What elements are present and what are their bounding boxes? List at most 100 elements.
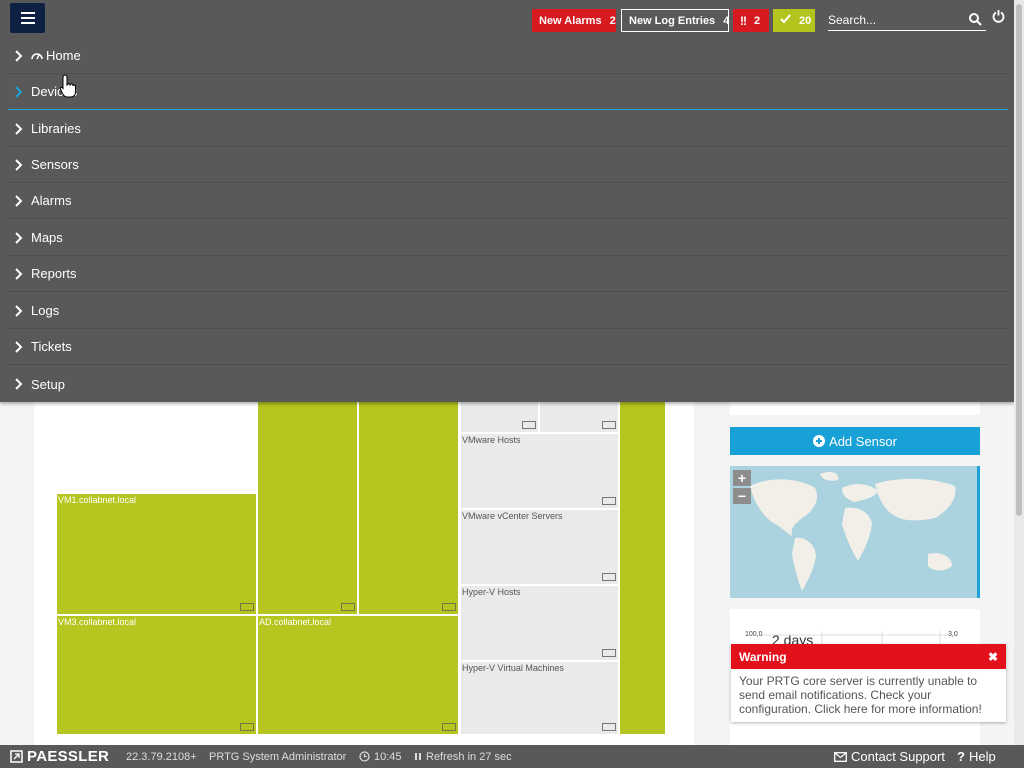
help-label: Help (968, 749, 996, 764)
nav-item-label: Reports (31, 266, 77, 281)
gauge-icon (31, 52, 43, 59)
treemap-tile[interactable]: VM1.collabnet.local (56, 493, 257, 615)
treemap-tile[interactable]: VMware vCenter Servers (460, 509, 619, 585)
chevron-right-icon (15, 267, 23, 280)
chevron-right-icon (15, 85, 23, 98)
map-zoom-in-button[interactable]: + (733, 470, 751, 486)
nav-item-logs[interactable]: Logs (8, 293, 1008, 329)
chevron-right-icon (15, 231, 23, 244)
treemap-tile[interactable]: VM3.collabnet.local (56, 615, 257, 735)
sensor-icon (602, 497, 616, 505)
treemap-tile-label: VM3.collabnet.local (58, 617, 137, 627)
logout-power-icon[interactable] (992, 9, 1006, 25)
envelope-icon (834, 751, 847, 762)
treemap-tile-label: VMware Hosts (462, 435, 521, 445)
world-map-graphic (750, 472, 956, 591)
up-sensors-button[interactable]: 20 (773, 9, 815, 32)
nav-item-reports[interactable]: Reports (8, 256, 1008, 292)
search-placeholder: Search... (828, 12, 877, 27)
nav-item-tickets[interactable]: Tickets (8, 329, 1008, 365)
nav-item-label: Alarms (31, 193, 72, 208)
sensor-icon (240, 723, 254, 731)
nav-item-alarms[interactable]: Alarms (8, 183, 1008, 219)
nav-item-label: Maps (31, 230, 63, 245)
search-icon[interactable] (969, 13, 982, 26)
treemap-tile[interactable]: AD.collabnet.local (257, 615, 459, 735)
nav-item-label: Setup (31, 376, 65, 392)
geo-map[interactable]: + − (730, 466, 980, 598)
graph-y-axis-right: 3,0 (948, 631, 958, 638)
close-icon[interactable]: ✖ (988, 650, 998, 664)
up-sensors-count: 20 (799, 14, 812, 27)
graph-y-axis-left: 100,0 (745, 631, 763, 638)
top-bar: New Alarms 2 New Log Entries 4 !! 2 20 S… (0, 0, 1014, 38)
nav-item-label: Sensors (31, 157, 79, 172)
chevron-right-icon (15, 122, 23, 135)
search-input[interactable]: Search... (828, 9, 986, 31)
nav-item-devices[interactable]: Devices (8, 74, 1008, 110)
contact-support-link[interactable]: Contact Support (834, 745, 945, 768)
contact-support-label: Contact Support (851, 749, 945, 764)
scrollbar-thumb[interactable] (1016, 4, 1022, 516)
nav-item-maps[interactable]: Maps (8, 220, 1008, 256)
treemap-tile[interactable]: VMware Hosts (460, 433, 619, 509)
hand-cursor-icon (60, 74, 76, 98)
refresh-toggle[interactable]: Refresh in 27 sec (414, 745, 512, 768)
warning-notification[interactable]: Warning ✖ Your PRTG core server is curre… (731, 644, 1006, 722)
chevron-right-icon (15, 194, 23, 207)
treemap-tile-label: VMware vCenter Servers (462, 511, 563, 521)
treemap-tile-label: Hyper-V Hosts (462, 587, 521, 597)
paessler-logo[interactable]: PAESSLER (10, 745, 109, 768)
exclamation-icon: !! (740, 13, 747, 28)
chevron-right-icon (15, 304, 23, 317)
nav-item-label: Tickets (31, 339, 72, 354)
hamburger-menu-button[interactable] (10, 3, 45, 33)
question-icon: ? (957, 749, 965, 764)
new-log-entries-count: 4 (723, 14, 730, 27)
paessler-logo-icon (10, 750, 23, 763)
nav-item-label: Libraries (31, 121, 81, 136)
graph-gridlines (762, 631, 948, 645)
new-alarms-count: 2 (609, 14, 616, 27)
add-sensor-button[interactable]: Add Sensor (730, 427, 980, 455)
refresh-text: Refresh in 27 sec (426, 750, 512, 763)
warning-message[interactable]: Your PRTG core server is currently unabl… (731, 669, 1006, 721)
clock: 10:45 (359, 745, 402, 768)
plus-circle-icon (813, 435, 826, 447)
nav-item-label: Home (46, 48, 81, 63)
sensor-icon (602, 649, 616, 657)
chevron-right-icon (15, 340, 23, 353)
footer-bar: PAESSLER 22.3.79.2108+ PRTG System Admin… (0, 745, 1024, 768)
nav-item-libraries[interactable]: Libraries (8, 111, 1008, 147)
sensor-icon (442, 723, 456, 731)
page-scrollbar[interactable] (1014, 0, 1024, 745)
chevron-right-icon (15, 49, 23, 62)
nav-item-home[interactable]: Home (8, 38, 1008, 74)
treemap-tile[interactable]: Hyper-V Virtual Machines (460, 661, 619, 735)
new-log-entries-button[interactable]: New Log Entries 4 (621, 9, 729, 32)
clock-time: 10:45 (374, 750, 402, 763)
new-alarms-button[interactable]: New Alarms 2 (532, 9, 616, 32)
clock-icon (359, 751, 370, 762)
nav-item-label: Logs (31, 303, 60, 318)
nav-item-sensors[interactable]: Sensors (8, 147, 1008, 183)
sensor-icon (602, 573, 616, 581)
sensor-icon (442, 603, 456, 611)
down-sensors-count: 2 (754, 14, 761, 27)
user-name[interactable]: PRTG System Administrator (209, 745, 346, 768)
treemap-tile-label: Hyper-V Virtual Machines (462, 663, 564, 673)
treemap-tile-label: AD.collabnet.local (259, 617, 332, 627)
main-navigation-menu: Home Devices Libraries Sensors Alarms Ma… (0, 38, 1014, 402)
sensor-icon (602, 723, 616, 731)
add-sensor-label: Add Sensor (829, 433, 897, 449)
map-zoom-out-button[interactable]: − (733, 488, 751, 504)
help-link[interactable]: ? Help (957, 745, 996, 768)
treemap-tile[interactable]: Hyper-V Hosts (460, 585, 619, 661)
new-log-entries-label: New Log Entries (629, 14, 716, 27)
chevron-right-icon (15, 378, 23, 390)
warning-header: Warning ✖ (731, 644, 1006, 669)
sensor-icon (522, 421, 536, 429)
new-alarms-label: New Alarms (539, 14, 602, 27)
nav-item-setup[interactable]: Setup (8, 366, 1008, 402)
down-sensors-button[interactable]: !! 2 (733, 9, 769, 32)
